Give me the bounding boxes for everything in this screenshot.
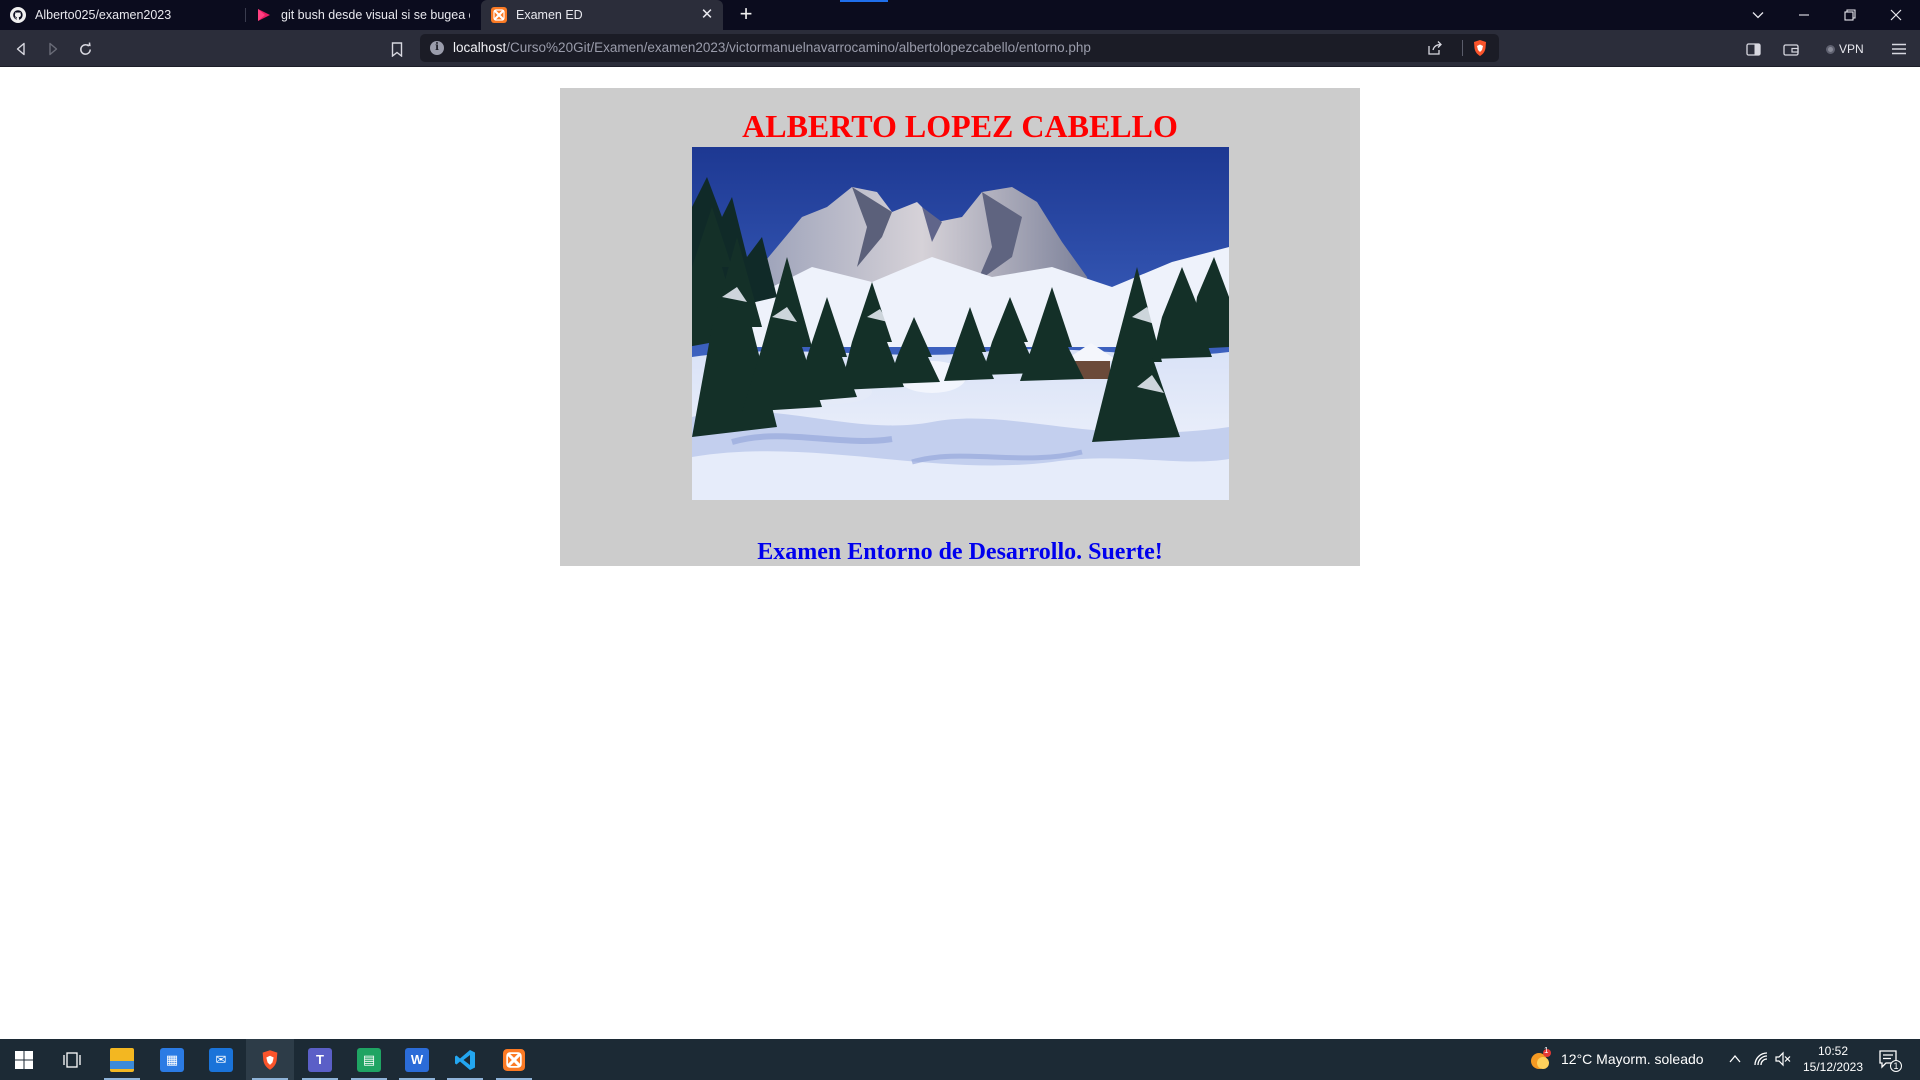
brave-icon[interactable] <box>246 1039 294 1080</box>
back-button[interactable] <box>8 36 34 62</box>
tab-title: Examen ED <box>516 8 583 22</box>
volume-muted-icon[interactable] <box>1775 1051 1791 1072</box>
word-icon[interactable]: W <box>393 1039 441 1080</box>
url-path: /Curso%20Git/Examen/examen2023/victorman… <box>506 40 1091 55</box>
forward-button[interactable] <box>40 36 66 62</box>
vpn-status-icon <box>1826 44 1835 54</box>
chevron-up-icon[interactable] <box>1728 1052 1742 1070</box>
bookmark-icon[interactable] <box>384 36 410 62</box>
clock-time: 10:52 <box>1817 1044 1849 1058</box>
teams-icon[interactable]: T <box>296 1039 344 1080</box>
task-view-icon[interactable] <box>48 1039 96 1080</box>
tab-list-chevron-icon[interactable] <box>1735 0 1781 30</box>
windows-start-icon[interactable] <box>0 1039 48 1080</box>
video-play-icon <box>256 7 272 23</box>
microsoft-store-icon[interactable]: ▦ <box>148 1039 196 1080</box>
github-icon <box>10 7 26 23</box>
notification-center-icon[interactable]: 1 <box>1878 1049 1902 1072</box>
tab-github[interactable]: Alberto025/examen2023 <box>0 0 245 30</box>
share-icon[interactable] <box>1427 40 1443 56</box>
weather-icon[interactable]: 1 <box>1530 1046 1552 1071</box>
menu-icon[interactable] <box>1886 36 1912 62</box>
minimize-button[interactable] <box>1781 0 1827 30</box>
weather-text[interactable]: 12°C Mayorm. soleado <box>1561 1039 1704 1080</box>
brave-shields-icon[interactable] <box>1471 39 1489 57</box>
tab-strip-indicator <box>840 0 888 2</box>
network-icon[interactable] <box>1753 1051 1769 1072</box>
notification-count: 1 <box>1890 1060 1902 1072</box>
system-clock[interactable]: 10:52 15/12/2023 <box>1800 1043 1866 1075</box>
spreadsheet-icon[interactable]: ▤ <box>345 1039 393 1080</box>
wallet-icon[interactable] <box>1778 36 1804 62</box>
file-explorer-icon[interactable] <box>98 1039 146 1080</box>
page-subheading: Examen Entorno de Desarrollo. Suerte! <box>757 539 1163 565</box>
xampp-icon <box>491 7 507 23</box>
vpn-label: VPN <box>1839 42 1864 56</box>
tab-title: Alberto025/examen2023 <box>35 8 172 22</box>
new-tab-button[interactable]: + <box>733 2 759 28</box>
browser-toolbar: i localhost/Curso%20Git/Examen/examen202… <box>0 30 1920 67</box>
clock-date: 15/12/2023 <box>1802 1060 1864 1074</box>
weather-badge: 1 <box>1544 1046 1549 1055</box>
tab-video[interactable]: git bush desde visual si se bugea o algo <box>246 0 480 30</box>
reload-button[interactable] <box>72 36 98 62</box>
site-info-icon[interactable]: i <box>430 41 444 55</box>
tab-examen-ed[interactable]: Examen ED ✕ <box>481 0 723 30</box>
tab-title: git bush desde visual si se bugea o algo <box>281 8 470 22</box>
page-heading: ALBERTO LOPEZ CABELLO <box>742 108 1178 144</box>
content-panel: ALBERTO LOPEZ CABELLO Examen Entorno de … <box>560 88 1360 566</box>
windows-taskbar: ▦ ✉ T ▤ W 1 12°C Mayorm. soleado 10:52 1… <box>0 1039 1920 1080</box>
url-host: localhost <box>453 40 507 55</box>
restore-button[interactable] <box>1827 0 1873 30</box>
vpn-button[interactable]: VPN <box>1826 39 1864 59</box>
sidebar-toggle-icon[interactable] <box>1740 36 1766 62</box>
vscode-icon[interactable] <box>441 1039 489 1080</box>
address-text[interactable]: localhost/Curso%20Git/Examen/examen2023/… <box>453 34 1091 62</box>
xampp-icon[interactable] <box>490 1039 538 1080</box>
address-divider <box>1462 40 1463 56</box>
mail-icon[interactable]: ✉ <box>197 1039 245 1080</box>
address-bar[interactable]: i localhost/Curso%20Git/Examen/examen202… <box>420 34 1499 62</box>
web-page: ALBERTO LOPEZ CABELLO Examen Entorno de … <box>0 67 1920 1039</box>
close-window-button[interactable] <box>1873 0 1919 30</box>
tab-strip: Alberto025/examen2023 git bush desde vis… <box>0 0 1920 30</box>
close-tab-icon[interactable]: ✕ <box>699 7 715 23</box>
mountain-landscape-image <box>692 147 1229 500</box>
